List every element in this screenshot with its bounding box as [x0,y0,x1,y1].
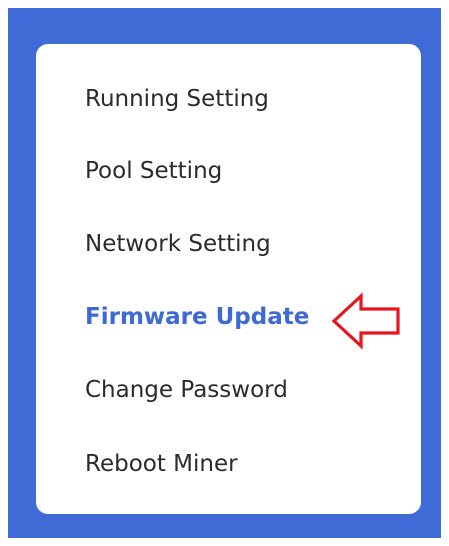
menu-item-reboot-miner[interactable]: Reboot Miner [85,450,238,478]
left-arrow-icon [331,292,400,350]
menu-item-running-setting[interactable]: Running Setting [85,85,269,113]
menu-item-network-setting[interactable]: Network Setting [85,230,271,258]
menu-item-change-password[interactable]: Change Password [85,376,288,404]
settings-menu: Running Setting Pool Setting Network Set… [36,44,421,514]
menu-item-pool-setting[interactable]: Pool Setting [85,157,222,185]
menu-item-firmware-update[interactable]: Firmware Update [85,303,309,331]
